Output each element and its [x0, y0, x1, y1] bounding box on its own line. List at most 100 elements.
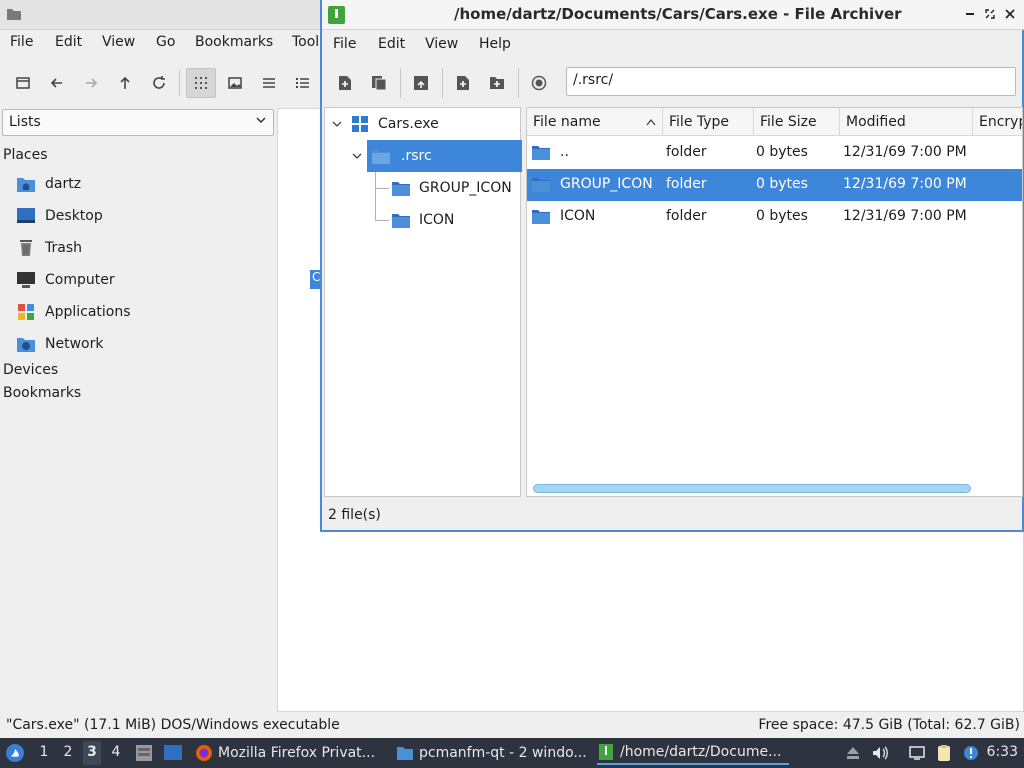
task-label: pcmanfm-qt - 2 windo... — [419, 745, 586, 761]
table-row[interactable]: ICON folder 0 bytes 12/31/69 7:00 PM — [527, 201, 1022, 233]
sidebar-item-desktop[interactable]: Desktop — [16, 204, 103, 228]
task-firefox[interactable]: Mozilla Firefox Privat... — [195, 741, 385, 765]
column-header-file-name[interactable]: File name — [527, 108, 663, 136]
cell-file-name: .. — [560, 144, 569, 160]
side-pane-mode-select[interactable]: Lists — [2, 109, 274, 136]
chevron-down-icon — [255, 114, 267, 129]
close-icon[interactable] — [1002, 6, 1018, 22]
extract-icon[interactable] — [408, 70, 434, 96]
tree-guide-line — [375, 172, 376, 220]
menu-view[interactable]: View — [102, 34, 135, 50]
compact-view-icon[interactable] — [254, 68, 284, 98]
sidebar-item-label: Computer — [45, 272, 115, 288]
archiver-menu-file[interactable]: File — [333, 36, 356, 52]
devices-heading: Devices — [3, 362, 59, 378]
folder-icon — [392, 213, 410, 228]
task-pcmanfm[interactable]: pcmanfm-qt - 2 windo... — [396, 741, 586, 765]
cell-file-type: folder — [666, 144, 707, 160]
archiver-titlebar[interactable]: /home/dartz/Documents/Cars/Cars.exe - Fi… — [322, 0, 1024, 30]
sidebar-item-label: Desktop — [45, 208, 103, 224]
add-file-icon[interactable] — [450, 70, 476, 96]
detailed-list-view-icon[interactable] — [288, 68, 318, 98]
eject-icon[interactable] — [844, 744, 862, 762]
menu-edit[interactable]: Edit — [55, 34, 82, 50]
folder-icon — [392, 181, 410, 196]
column-header-encrypted[interactable]: Encryp — [973, 108, 1022, 136]
workspace-2[interactable]: 2 — [59, 744, 77, 760]
cell-file-size: 0 bytes — [756, 144, 808, 160]
firefox-icon — [196, 745, 212, 761]
archiver-menu-view[interactable]: View — [425, 36, 458, 52]
table-row[interactable]: .. folder 0 bytes 12/31/69 7:00 PM — [527, 137, 1022, 169]
column-header-modified[interactable]: Modified — [840, 108, 973, 136]
tree-item-label: .rsrc — [401, 148, 432, 164]
window-title: /home/dartz/Documents/Cars/Cars.exe - Fi… — [454, 5, 902, 23]
applications-icon — [16, 303, 36, 321]
stop-icon[interactable] — [526, 70, 552, 96]
sidebar-item-dartz[interactable]: dartz — [16, 172, 81, 196]
sidebar-item-network[interactable]: Network — [16, 332, 103, 356]
archiver-menu-help[interactable]: Help — [479, 36, 511, 52]
workspace-1[interactable]: 1 — [35, 744, 53, 760]
expand-arrow-icon[interactable] — [331, 118, 343, 133]
menu-go[interactable]: Go — [156, 34, 175, 50]
new-tab-icon[interactable] — [8, 68, 38, 98]
network-tray-icon[interactable] — [908, 744, 926, 762]
volume-icon[interactable] — [871, 744, 889, 762]
menu-tools[interactable]: Tool — [292, 34, 319, 50]
task-file-archiver[interactable]: /home/dartz/Docume... — [597, 741, 789, 765]
sidebar-item-label: dartz — [45, 176, 82, 192]
tree-item-group-icon[interactable]: GROUP_ICON — [391, 172, 521, 204]
restore-icon[interactable] — [982, 6, 998, 22]
forward-icon[interactable] — [76, 68, 106, 98]
workspace-3[interactable]: 3 — [83, 741, 101, 765]
update-notifier-icon[interactable] — [962, 744, 980, 762]
folder-tree: Cars.exe .rsrc GROUP_ICON ICON — [324, 107, 522, 497]
cell-file-size: 0 bytes — [756, 176, 808, 192]
file-manager-launcher-icon[interactable] — [135, 743, 153, 763]
clipboard-icon[interactable] — [935, 744, 953, 762]
tree-item-icon[interactable]: ICON — [391, 204, 521, 236]
tree-item-root[interactable]: Cars.exe — [351, 108, 521, 140]
new-archive-icon[interactable] — [332, 70, 358, 96]
folder-icon — [397, 747, 413, 760]
add-folder-icon[interactable] — [484, 70, 510, 96]
archiver-menu-edit[interactable]: Edit — [378, 36, 405, 52]
tree-item-label: Cars.exe — [378, 116, 439, 132]
task-label: /home/dartz/Docume... — [620, 744, 782, 760]
file-manager-statusbar: "Cars.exe" (17.1 MiB) DOS/Windows execut… — [0, 714, 1024, 738]
sidebar-item-trash[interactable]: Trash — [16, 236, 82, 260]
cell-file-name: GROUP_ICON — [560, 176, 653, 192]
sort-ascending-icon — [646, 118, 656, 126]
menu-bookmarks[interactable]: Bookmarks — [195, 34, 273, 50]
back-icon[interactable] — [42, 68, 72, 98]
sidebar-item-applications[interactable]: Applications — [16, 300, 131, 324]
start-menu-icon[interactable] — [5, 743, 25, 763]
trash-icon — [16, 239, 36, 257]
column-header-file-size[interactable]: File Size — [754, 108, 840, 136]
desktop-icon — [16, 207, 36, 225]
icon-view-icon[interactable] — [186, 68, 216, 98]
show-desktop-icon[interactable] — [163, 744, 183, 762]
tree-item-rsrc[interactable]: .rsrc — [367, 140, 522, 172]
menu-file[interactable]: File — [10, 34, 33, 50]
task-label: Mozilla Firefox Privat... — [218, 745, 376, 761]
taskbar: 1 2 3 4 Mozilla Firefox Privat... pcmanf… — [0, 738, 1024, 768]
clock[interactable]: 6:33 — [987, 744, 1018, 760]
folder-app-icon — [7, 9, 21, 20]
toolbar-separator — [442, 68, 443, 98]
sidebar-item-computer[interactable]: Computer — [16, 268, 115, 292]
open-archive-icon[interactable] — [366, 70, 392, 96]
minimize-icon[interactable] — [962, 6, 978, 22]
horizontal-scrollbar[interactable] — [533, 484, 971, 493]
reload-icon[interactable] — [144, 68, 174, 98]
workspace-4[interactable]: 4 — [107, 744, 125, 760]
thumbnail-view-icon[interactable] — [220, 68, 250, 98]
file-list: File name File Type File Size Modified E… — [526, 107, 1023, 497]
column-header-file-type[interactable]: File Type — [663, 108, 754, 136]
location-input[interactable]: /.rsrc/ — [566, 67, 1016, 96]
expand-arrow-icon[interactable] — [351, 150, 363, 165]
up-icon[interactable] — [110, 68, 140, 98]
tree-item-label: ICON — [419, 212, 455, 228]
table-row[interactable]: GROUP_ICON folder 0 bytes 12/31/69 7:00 … — [527, 169, 1022, 201]
